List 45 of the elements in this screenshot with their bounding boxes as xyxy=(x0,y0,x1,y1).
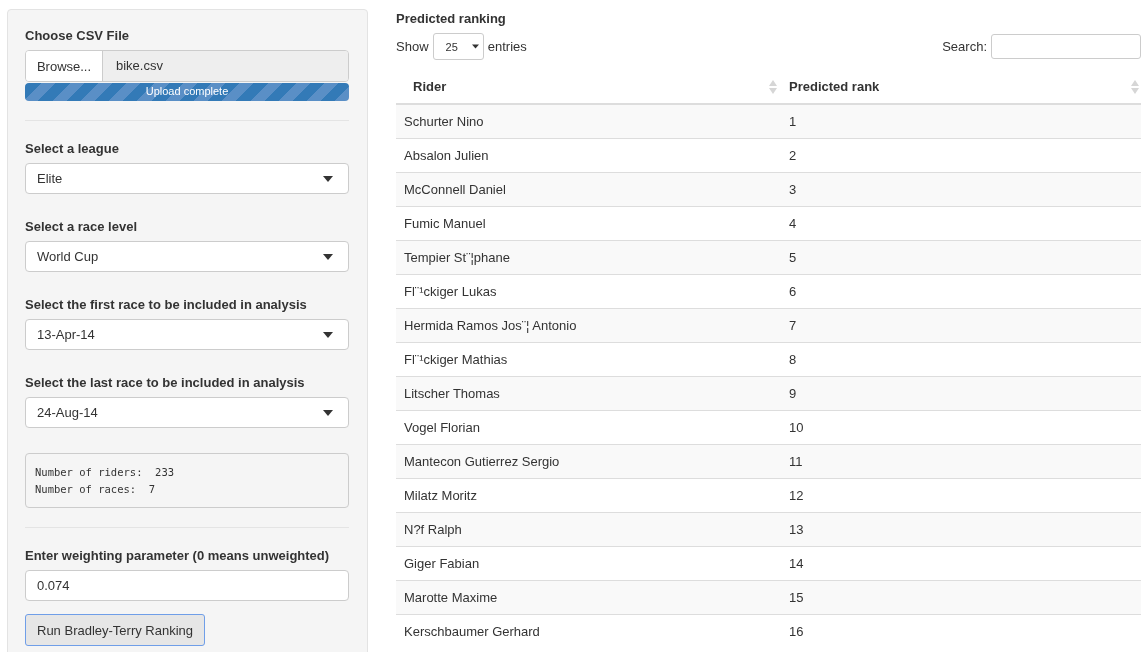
search-label: Search: xyxy=(942,39,987,54)
field-label: Select a race level xyxy=(25,219,139,234)
dropdown-select[interactable]: 24-Aug-14 xyxy=(25,397,349,428)
rider-name-cell: McConnell Daniel xyxy=(396,172,779,207)
rider-name-cell: Marotte Maxime xyxy=(396,580,779,615)
dropdown-select[interactable]: World Cup xyxy=(25,241,349,272)
rider-name-cell: Kerschbaumer Gerhard xyxy=(396,614,779,648)
show-label: Show xyxy=(396,39,429,54)
sort-icon xyxy=(1131,79,1139,95)
search-field[interactable] xyxy=(991,34,1141,59)
rank-cell: 3 xyxy=(779,172,1141,207)
dropdown-select[interactable]: 13-Apr-14 xyxy=(25,319,349,350)
field-label: Enter weighting parameter (0 means unweighted) xyxy=(25,548,331,563)
rider-name-cell: Schurter Nino xyxy=(396,104,779,139)
rank-cell: 16 xyxy=(779,614,1141,648)
entries-select[interactable]: 25 xyxy=(432,33,484,60)
dropdown-select[interactable]: Elite xyxy=(25,163,349,194)
field-label: Select a league xyxy=(25,141,120,156)
rank-cell: 13 xyxy=(779,512,1141,547)
field-label: Choose CSV File xyxy=(25,28,131,43)
rider-name-cell: Mantecon Gutierrez Sergio xyxy=(396,444,779,479)
rank-cell: 7 xyxy=(779,308,1141,343)
run-button[interactable]: Run Bradley-Terry Ranking xyxy=(25,614,206,646)
summary-output: Number of riders: 233 Number of races: 7 xyxy=(25,453,349,508)
sort-icon xyxy=(769,79,777,95)
progress-text: Upload complete xyxy=(144,85,230,97)
rank-cell: 1 xyxy=(779,104,1141,139)
rider-name-cell: Litscher Thomas xyxy=(396,376,779,411)
rider-name-cell: N?f Ralph xyxy=(396,512,779,547)
rank-cell: 5 xyxy=(779,240,1141,275)
caret-icon xyxy=(323,175,333,182)
rider-name-cell: Hermida Ramos Jos¨¦ Antonio xyxy=(396,308,779,343)
field-label: Select the last race to be included in analysis xyxy=(25,375,306,390)
caret-icon xyxy=(471,44,479,49)
caret-icon xyxy=(323,409,333,416)
entries-label: entries xyxy=(487,39,527,54)
caret-icon xyxy=(323,331,333,338)
rider-name-cell: Tempier St¨¦phane xyxy=(396,240,779,275)
rank-cell: 11 xyxy=(779,444,1141,479)
weight-input[interactable]: 0.074 xyxy=(25,570,349,601)
field-label: Select the first race to be included in analysis xyxy=(25,297,308,312)
section-title: Predicted ranking xyxy=(396,11,507,26)
caret-icon xyxy=(323,253,333,260)
rank-cell: 9 xyxy=(779,376,1141,411)
rank-cell: 15 xyxy=(779,580,1141,615)
